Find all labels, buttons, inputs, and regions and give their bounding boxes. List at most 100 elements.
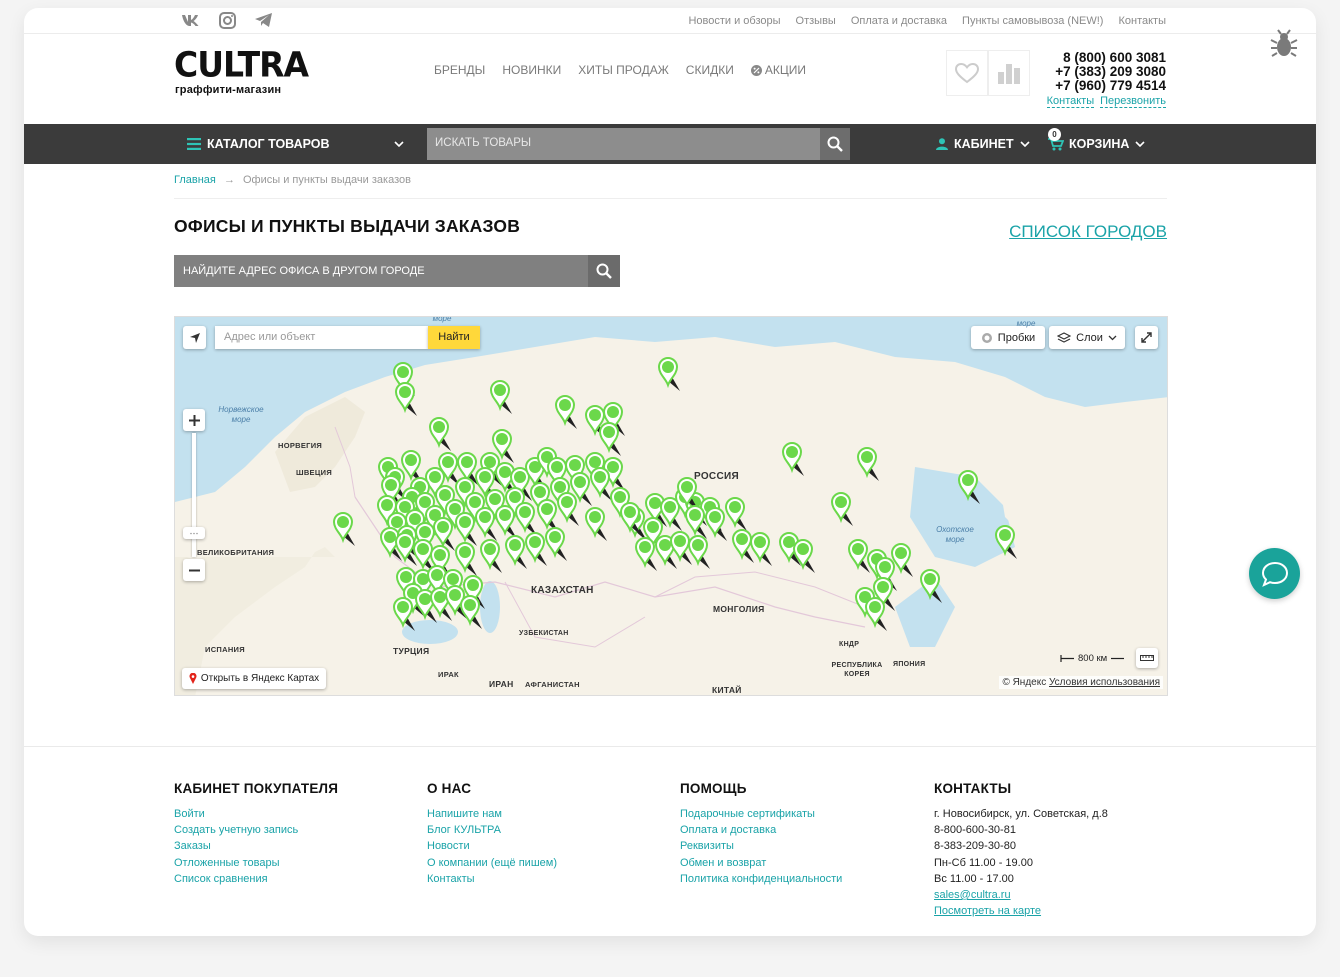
product-search-button[interactable] [820, 128, 850, 160]
map-copyright: © Яндекс Условия использования [999, 676, 1163, 689]
office-marker-dot [494, 384, 506, 396]
layers-label: Слои [1076, 331, 1103, 344]
office-marker-dot [554, 481, 566, 493]
nav-hits[interactable]: ХИТЫ ПРОДАЖ [578, 63, 669, 77]
cart-label: КОРЗИНА [1069, 137, 1130, 151]
map-label-sea-top-1: море [432, 316, 452, 323]
office-marker-dot [429, 471, 441, 483]
office-marker-dot [449, 589, 461, 601]
office-marker-dot [459, 481, 471, 493]
phone-2[interactable]: +7 (383) 209 3080 [1041, 65, 1166, 79]
city-search-button[interactable] [588, 255, 620, 287]
zoom-slider-handle[interactable] [183, 527, 205, 539]
map-search-input[interactable]: Адрес или объект [215, 326, 428, 349]
catalog-button[interactable]: КАТАЛОГ ТОВАРОВ [187, 124, 404, 164]
zoom-in-button[interactable] [183, 409, 205, 431]
offices-map[interactable]: Адрес или объект Найти Пробки Слои РОССИ… [174, 316, 1168, 696]
open-yandex-maps-button[interactable]: Открыть в Яндекс Картах [182, 668, 326, 689]
logo[interactable]: CULTRA [174, 44, 309, 85]
compare-button[interactable] [988, 50, 1030, 96]
office-marker-dot [877, 581, 889, 593]
footer-email-link[interactable]: sales@cultra.ru [934, 887, 1108, 903]
footer-link-requisites[interactable]: Реквизиты [680, 838, 842, 854]
footer-hours-2: Вс 11.00 - 17.00 [934, 872, 1014, 885]
minus-icon [188, 569, 200, 571]
footer-link-write[interactable]: Напишите нам [427, 806, 557, 822]
office-marker-dot [509, 491, 521, 503]
footer-link-contacts[interactable]: Контакты [427, 871, 557, 887]
footer-link-login[interactable]: Войти [174, 806, 338, 822]
page-title: ОФИСЫ И ПУНКТЫ ВЫДАЧИ ЗАКАЗОВ [174, 216, 521, 236]
map-find-button[interactable]: Найти [428, 326, 480, 349]
city-list-link[interactable]: СПИСОК ГОРОДОВ [1009, 222, 1167, 242]
footer-link-returns[interactable]: Обмен и возврат [680, 855, 842, 871]
chat-button[interactable] [1249, 548, 1300, 599]
top-link-pickup[interactable]: Пункты самовывоза (NEW!) [962, 15, 1103, 27]
fullscreen-button[interactable] [1135, 326, 1158, 349]
footer-link-orders[interactable]: Заказы [174, 838, 338, 854]
footer-phone-2: 8-383-209-30-80 [934, 840, 1016, 853]
office-marker-dot [434, 549, 446, 561]
footer-link-payment[interactable]: Оплата и доставка [680, 822, 842, 838]
favorites-button[interactable] [946, 50, 988, 96]
ruler-button[interactable] [1136, 648, 1158, 668]
footer-link-blog[interactable]: Блог КУЛЬТРА [427, 822, 557, 838]
office-marker-dot [861, 451, 873, 463]
map-label-korea: РЕСПУБЛИКА КОРЕЯ [831, 662, 883, 678]
search-icon [596, 263, 612, 279]
layers-button[interactable]: Слои [1049, 326, 1125, 349]
office-marker-dot [681, 481, 693, 493]
footer-link-compare[interactable]: Список сравнения [174, 871, 338, 887]
office-marker-dot [461, 456, 473, 468]
top-link-payment[interactable]: Оплата и доставка [851, 15, 947, 27]
office-marker-dot [549, 531, 561, 543]
footer-link-wishlist[interactable]: Отложенные товары [174, 855, 338, 871]
bug-icon[interactable] [1270, 29, 1298, 64]
nav-new[interactable]: НОВИНКИ [502, 63, 561, 77]
office-marker-dot [736, 533, 748, 545]
office-marker-dot [391, 516, 403, 528]
footer-link-privacy[interactable]: Политика конфиденциальности [680, 871, 842, 887]
contacts-link[interactable]: Контакты [1046, 95, 1095, 108]
phone-block: 8 (800) 600 3081 +7 (383) 209 3080 +7 (9… [1041, 51, 1166, 108]
footer-link-register[interactable]: Создать учетную запись [174, 822, 338, 838]
footer-link-news[interactable]: Новости [427, 838, 557, 854]
product-search-input[interactable]: ИСКАТЬ ТОВАРЫ [427, 128, 820, 160]
map-label-russia: РОССИЯ [694, 471, 739, 482]
footer-map-link[interactable]: Посмотреть на карте [934, 903, 1108, 919]
footer-link-company[interactable]: О компании (ещё пишем) [427, 855, 557, 871]
office-marker-dot [385, 479, 397, 491]
footer-hours-1: Пн-Сб 11.00 - 19.00 [934, 856, 1033, 869]
phone-1[interactable]: 8 (800) 600 3081 [1041, 51, 1166, 65]
traffic-button[interactable]: Пробки [971, 326, 1045, 349]
nav-promo[interactable]: АКЦИИ [750, 63, 806, 77]
nav-sales[interactable]: СКИДКИ [686, 63, 734, 77]
instagram-icon[interactable] [219, 12, 236, 34]
scale-bar-icon [1060, 655, 1074, 662]
footer-link-certificates[interactable]: Подарочные сертификаты [680, 806, 842, 822]
office-marker-dot [754, 536, 766, 548]
office-marker-dot [529, 536, 541, 548]
callback-link[interactable]: Перезвонить [1100, 95, 1166, 108]
breadcrumb-home[interactable]: Главная [174, 174, 216, 186]
chevron-down-icon [1135, 141, 1145, 147]
office-marker-dot [659, 539, 671, 551]
top-link-news[interactable]: Новости и обзоры [688, 15, 780, 27]
geolocation-button[interactable] [183, 326, 206, 349]
nav-promo-label: АКЦИИ [764, 63, 806, 77]
phone-3[interactable]: +7 (960) 779 4514 [1041, 79, 1166, 93]
cabinet-button[interactable]: КАБИНЕТ [936, 124, 1030, 164]
top-link-contacts[interactable]: Контакты [1118, 15, 1166, 27]
heart-icon [955, 62, 979, 83]
breadcrumb-separator: → [223, 174, 235, 186]
city-search-input[interactable]: НАЙДИТЕ АДРЕС ОФИСА В ДРУГОМ ГОРОДЕ [174, 255, 588, 287]
map-label-japan: ЯПОНИЯ [893, 661, 926, 668]
zoom-out-button[interactable] [183, 559, 205, 581]
telegram-icon[interactable] [254, 12, 273, 33]
vk-icon[interactable] [181, 12, 201, 33]
office-marker-dot [551, 461, 563, 473]
top-link-reviews[interactable]: Отзывы [796, 15, 836, 27]
cart-button[interactable]: КОРЗИНА [1048, 124, 1145, 164]
nav-brands[interactable]: БРЕНДЫ [434, 63, 485, 77]
map-terms-link[interactable]: Условия использования [1049, 677, 1160, 688]
